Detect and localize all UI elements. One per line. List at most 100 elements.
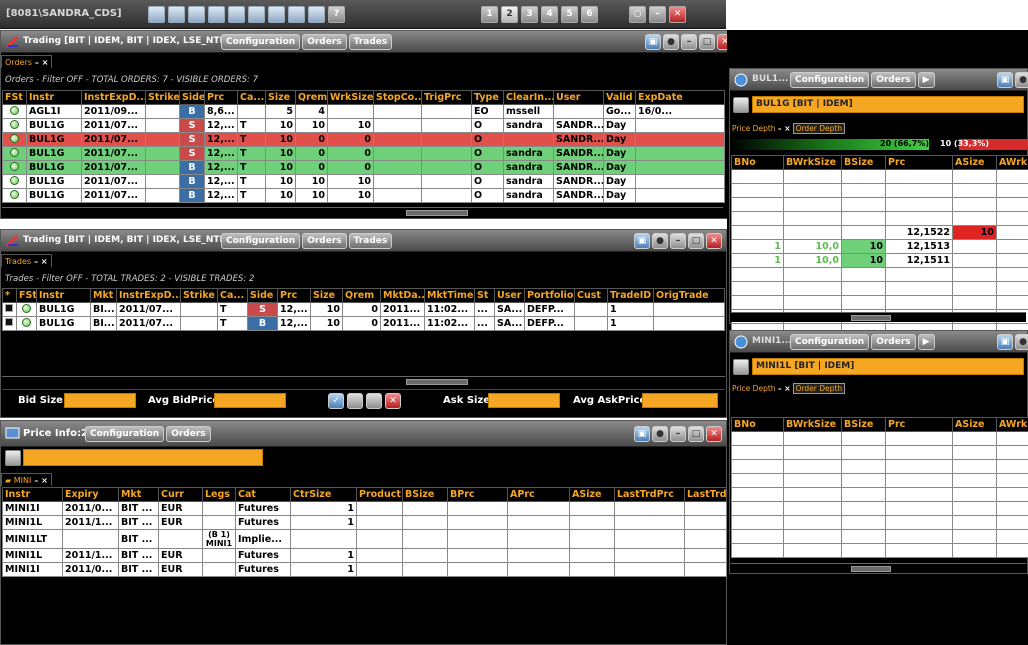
toolbar-icon-6[interactable]: [248, 6, 265, 23]
page-button-6[interactable]: 6: [581, 6, 598, 23]
order-row[interactable]: BUL1G 2011/07... S 12,... T 10 0 0 O SANDR... Day: [2, 132, 725, 147]
minimize-icon[interactable]: –: [670, 426, 686, 442]
tab-price-depth[interactable]: Price Depth – × Order Depth: [732, 123, 846, 135]
orders-button[interactable]: Orders: [302, 34, 347, 50]
instrument-field[interactable]: BUL1G [BIT | IDEM]: [752, 96, 1024, 113]
settings-icon[interactable]: ●: [1015, 72, 1028, 88]
help-button[interactable]: ?: [328, 6, 345, 23]
column-header[interactable]: AWrk: [996, 155, 1028, 170]
grid-icon-1[interactable]: [347, 393, 363, 409]
mini-hscroll[interactable]: [731, 563, 1026, 573]
column-header[interactable]: BWrkSize: [783, 417, 842, 432]
orders-button[interactable]: Orders: [871, 72, 916, 88]
minimize-icon[interactable]: –: [681, 34, 697, 50]
tab-order-depth[interactable]: Order Depth: [792, 383, 846, 394]
order-row[interactable]: BUL1G 2011/07... S 12,... T 10 10 10 Osandra SAND…: [2, 118, 725, 133]
column-header[interactable]: LastTrdPrc: [614, 487, 685, 502]
column-header[interactable]: Qrem: [342, 288, 381, 303]
tab-order-depth[interactable]: Order Depth: [792, 123, 846, 134]
column-header[interactable]: Prc: [885, 155, 953, 170]
column-header[interactable]: St: [474, 288, 495, 303]
instrument-field[interactable]: [23, 449, 263, 466]
column-header[interactable]: APrc: [507, 487, 570, 502]
column-header[interactable]: Ca...: [237, 90, 266, 105]
column-header[interactable]: Side: [179, 90, 205, 105]
order-row[interactable]: BUL1G 2011/07... B 12,... T 10 10 10 Osandra SAND…: [2, 188, 725, 203]
column-header[interactable]: Size: [265, 90, 296, 105]
price-info-row[interactable]: MINI1LT BIT ... (B 1) MINI1 Implie...: [2, 529, 727, 549]
column-header[interactable]: OrigTrade: [653, 288, 725, 303]
column-header[interactable]: Expiry: [62, 487, 119, 502]
configuration-button[interactable]: Configuration: [790, 334, 870, 350]
link-icon[interactable]: ▣: [997, 72, 1013, 88]
depth-row[interactable]: 1 10,0 10 12,1513: [731, 239, 1028, 254]
play-button[interactable]: ▶: [917, 72, 935, 88]
minimize-icon[interactable]: –: [670, 233, 686, 249]
link-icon[interactable]: ▣: [634, 426, 650, 442]
column-header[interactable]: Cat: [235, 487, 291, 502]
order-row[interactable]: BUL1G 2011/07... S 12,... T 10 0 0 Osandra SANDR.…: [2, 146, 725, 161]
select-cell[interactable]: [2, 316, 17, 331]
column-header[interactable]: Prc: [885, 417, 953, 432]
column-header[interactable]: MktDa...: [380, 288, 425, 303]
column-header[interactable]: Ca...: [217, 288, 248, 303]
close-button[interactable]: ✕: [669, 6, 686, 23]
column-header[interactable]: BSize: [841, 155, 886, 170]
toolbar-icon-7[interactable]: [268, 6, 285, 23]
grid-icon-2[interactable]: [366, 393, 382, 409]
select-cell[interactable]: [2, 302, 17, 317]
column-header[interactable]: ExpDate: [635, 90, 725, 105]
close-icon[interactable]: ✕: [706, 233, 722, 249]
column-header[interactable]: ASize: [952, 155, 997, 170]
price-info-row[interactable]: MINI1L 2011/1... BIT ... EUR Futures 1: [2, 515, 727, 530]
column-header[interactable]: BSize: [841, 417, 886, 432]
column-header[interactable]: Product: [356, 487, 403, 502]
column-header[interactable]: Prc: [204, 90, 238, 105]
instrument-icon[interactable]: [733, 359, 749, 375]
column-header[interactable]: Valid: [603, 90, 636, 105]
play-button[interactable]: ▶: [917, 334, 935, 350]
filter-icon[interactable]: ✓: [328, 393, 344, 409]
column-header[interactable]: ASize: [569, 487, 615, 502]
instrument-icon[interactable]: [733, 97, 749, 113]
column-header[interactable]: Strike: [180, 288, 218, 303]
column-header[interactable]: Mkt: [90, 288, 117, 303]
configuration-button[interactable]: Configuration: [790, 72, 870, 88]
column-header[interactable]: User: [553, 90, 604, 105]
configuration-button[interactable]: Configuration: [221, 233, 301, 249]
page-button-2[interactable]: 2: [501, 6, 518, 23]
column-header[interactable]: Curr: [158, 487, 203, 502]
page-button-1[interactable]: 1: [481, 6, 498, 23]
toolbar-icon-5[interactable]: [228, 6, 245, 23]
column-header[interactable]: Legs: [202, 487, 236, 502]
trade-row[interactable]: BUL1G BI... 2011/07... T S 12,... 10 0 2011... 11…: [2, 302, 725, 317]
column-header[interactable]: Type: [471, 90, 504, 105]
depth-row[interactable]: 1 10,0 10 12,1511: [731, 253, 1028, 268]
column-header[interactable]: BWrkSize: [783, 155, 842, 170]
link-icon[interactable]: ▣: [634, 233, 650, 249]
page-button-5[interactable]: 5: [561, 6, 578, 23]
column-header[interactable]: LastTrd: [684, 487, 727, 502]
configuration-button[interactable]: Configuration: [221, 34, 301, 50]
column-header[interactable]: BPrc: [447, 487, 508, 502]
order-row[interactable]: AGL1I 2011/09... B 8,6... 5 4 EO mssell Go... 16/…: [2, 104, 725, 119]
column-header[interactable]: ClearIn...: [503, 90, 554, 105]
column-header[interactable]: Prc: [277, 288, 311, 303]
orders-hscroll[interactable]: [2, 207, 723, 217]
scroll-thumb[interactable]: [406, 379, 468, 385]
column-header[interactable]: TradeID: [607, 288, 654, 303]
price-info-row[interactable]: MINI1I 2011/0... BIT ... EUR Futures 1: [2, 501, 727, 516]
orders-button[interactable]: Orders: [166, 426, 211, 442]
column-header[interactable]: BSize: [402, 487, 448, 502]
column-header[interactable]: WrkSize: [327, 90, 374, 105]
column-header[interactable]: Instr: [36, 288, 91, 303]
trades-hscroll[interactable]: [2, 376, 725, 386]
orders-button[interactable]: Orders: [302, 233, 347, 249]
settings-icon[interactable]: ●: [663, 34, 679, 50]
trades-button[interactable]: Trades: [348, 34, 393, 50]
column-header[interactable]: User: [494, 288, 525, 303]
price-info-row[interactable]: MINI1L 2011/1... BIT ... EUR Futures 1: [2, 548, 727, 563]
column-header[interactable]: Mkt: [118, 487, 159, 502]
scroll-thumb[interactable]: [406, 210, 468, 216]
tab-mini[interactable]: ▰ MINI – ×: [1, 473, 52, 486]
